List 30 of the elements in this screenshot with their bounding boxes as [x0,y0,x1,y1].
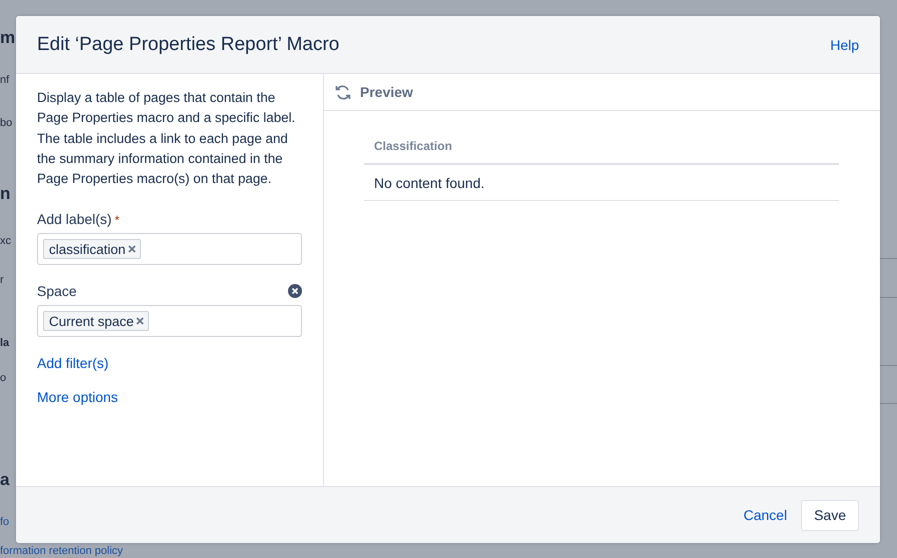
background-text: m [0,28,16,48]
tag-input-field[interactable]: classification [37,233,302,266]
required-marker: * [114,213,120,228]
field-label: Space [37,283,77,300]
preview-title: Preview [360,84,413,100]
dialog-title: Edit ‘Page Properties Report’ Macro [37,34,340,56]
background-text: nf [0,74,10,86]
cancel-link[interactable]: Cancel [743,507,788,523]
background-text: bo [0,117,12,129]
option-link[interactable]: Add filter(s) [37,355,109,372]
field-label: Add label(s) * [37,211,120,228]
tag: classification [43,239,141,260]
remove-icon[interactable] [128,245,136,254]
empty-message: No content found. [364,165,839,201]
clear-icon[interactable] [288,284,302,298]
background-text: o [0,372,6,384]
option-link[interactable]: More options [37,389,118,406]
remove-icon[interactable] [136,317,144,326]
macro-description: Display a table of pages that contain the Page Properties macro and a specific label. The table includes a link to each page and the summary information contained in the Page Properties macro(s) on that page. [37,89,296,188]
background-text: n [0,184,10,204]
background-text: la [0,337,10,349]
background-text: a [0,470,10,490]
save-button[interactable]: Save [801,500,859,530]
refresh-icon[interactable] [335,84,351,100]
column-header: Classification [364,139,839,165]
background-text: xc [0,235,11,247]
help-link[interactable]: Help [830,36,859,52]
tag: Current space [43,311,149,332]
background-text: r [0,274,4,286]
tag-input-field[interactable]: Current space [37,305,302,338]
